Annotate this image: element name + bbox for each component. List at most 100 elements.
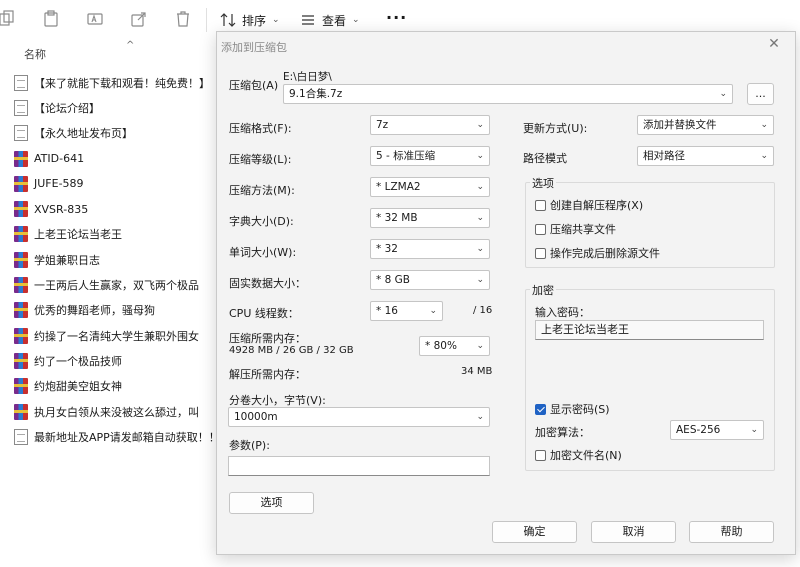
- file-row[interactable]: 约炮甜美空姐女神: [0, 374, 216, 399]
- file-name: 约炮甜美空姐女神: [34, 380, 122, 394]
- cancel-button[interactable]: 取消: [591, 521, 676, 543]
- archive-file-icon: [14, 277, 28, 294]
- method-select[interactable]: * LZMA2 ⌄: [370, 177, 490, 197]
- chevron-down-icon: ⌄: [272, 15, 280, 25]
- file-row[interactable]: XVSR-835: [0, 196, 216, 221]
- chevron-down-icon: ⌄: [476, 412, 484, 422]
- close-icon[interactable]: ✕: [766, 36, 782, 52]
- sort-button[interactable]: 排序 ⌄: [220, 10, 280, 30]
- file-row[interactable]: 最新地址及APP请发邮箱自动获取！！: [0, 424, 216, 449]
- column-name-header[interactable]: 名称: [24, 46, 46, 62]
- password-input[interactable]: 上老王论坛当老王: [535, 320, 764, 340]
- more-options-button[interactable]: ···: [386, 8, 407, 27]
- text-file-icon: [14, 99, 28, 116]
- rename-icon[interactable]: [86, 10, 104, 28]
- delete-after-label: 操作完成后删除源文件: [550, 247, 660, 260]
- archive-file-icon: [14, 175, 28, 192]
- view-icon: [302, 15, 314, 25]
- file-row[interactable]: 一王两后人生赢家，双飞两个极品: [0, 272, 216, 297]
- archive-file-icon: [14, 302, 28, 319]
- chevron-down-icon: ⌄: [476, 120, 484, 130]
- file-row[interactable]: 约了一个极品技师: [0, 348, 216, 373]
- file-row[interactable]: 【论坛介绍】: [0, 95, 216, 120]
- encrypt-names-checkbox[interactable]: 加密文件名(N): [535, 447, 622, 463]
- file-row[interactable]: 【来了就能下载和观看！纯免费！】: [0, 70, 216, 95]
- share-icon[interactable]: [130, 10, 148, 28]
- update-mode-select[interactable]: 添加并替换文件 ⌄: [637, 115, 774, 135]
- checkbox-box: [535, 449, 546, 461]
- create-sfx-checkbox[interactable]: 创建自解压程序(X): [535, 197, 643, 213]
- update-mode-label: 更新方式(U):: [523, 122, 588, 135]
- archive-file-icon: [14, 403, 28, 420]
- file-name: 【论坛介绍】: [34, 101, 100, 115]
- split-volume-combobox[interactable]: 10000m ⌄: [228, 407, 490, 427]
- file-name: 【来了就能下载和观看！纯免费！】: [34, 76, 210, 90]
- checkbox-box: [535, 223, 546, 235]
- file-name: 约操了一名清纯大学生兼职外围女: [34, 329, 199, 343]
- file-name: 一王两后人生赢家，双飞两个极品: [34, 279, 199, 293]
- view-label: 查看: [322, 13, 347, 28]
- decompress-memory-value: 34 MB: [461, 366, 493, 377]
- chevron-down-icon: ⌄: [476, 213, 484, 223]
- delete-icon[interactable]: [174, 10, 192, 28]
- method-value: * LZMA2: [376, 181, 421, 193]
- path-mode-value: 相对路径: [643, 150, 685, 162]
- method-label: 压缩方法(M):: [229, 184, 295, 197]
- toolbar-divider: [206, 8, 207, 32]
- file-row[interactable]: 优秀的舞蹈老师，骚母狗: [0, 298, 216, 323]
- help-button[interactable]: 帮助: [689, 521, 774, 543]
- dictionary-value: * 32 MB: [376, 212, 418, 224]
- encryption-method-select[interactable]: AES-256 ⌄: [670, 420, 764, 440]
- sort-icon: [220, 13, 236, 27]
- level-value: 5 - 标准压缩: [376, 150, 436, 162]
- browse-button[interactable]: ...: [747, 83, 774, 105]
- show-password-label: 显示密码(S): [550, 403, 610, 416]
- file-row[interactable]: 上老王论坛当老王: [0, 222, 216, 247]
- chevron-down-icon: ⌄: [476, 151, 484, 161]
- file-row[interactable]: 学姐兼职日志: [0, 247, 216, 272]
- delete-after-checkbox[interactable]: 操作完成后删除源文件: [535, 245, 660, 261]
- file-name: ATID-641: [34, 152, 85, 166]
- format-select[interactable]: 7z ⌄: [370, 115, 490, 135]
- file-name: 执月女白领从来没被这么舔过，叫: [34, 405, 199, 419]
- file-row[interactable]: ATID-641: [0, 146, 216, 171]
- archive-name-combobox[interactable]: 9.1合集.7z ⌄: [283, 84, 733, 104]
- view-button[interactable]: 查看 ⌄: [300, 10, 360, 30]
- file-row[interactable]: 【永久地址发布页】: [0, 121, 216, 146]
- parameters-input[interactable]: [228, 456, 490, 476]
- path-mode-label: 路径模式: [523, 152, 567, 165]
- sort-ascending-icon: ^: [126, 40, 135, 51]
- archive-file-icon: [14, 201, 28, 218]
- chevron-down-icon: ⌄: [760, 151, 768, 161]
- memory-usage-select[interactable]: * 80% ⌄: [419, 336, 490, 356]
- file-row[interactable]: 执月女白领从来没被这么舔过，叫: [0, 399, 216, 424]
- archive-name-value: 9.1合集.7z: [289, 88, 343, 100]
- ok-button[interactable]: 确定: [492, 521, 577, 543]
- level-label: 压缩等级(L):: [229, 153, 292, 166]
- solid-block-select[interactable]: * 8 GB ⌄: [370, 270, 490, 290]
- file-row[interactable]: 约操了一名清纯大学生兼职外围女: [0, 323, 216, 348]
- archive-file-icon: [14, 327, 28, 344]
- level-select[interactable]: 5 - 标准压缩 ⌄: [370, 146, 490, 166]
- copy-icon[interactable]: [0, 10, 16, 28]
- file-name: 优秀的舞蹈老师，骚母狗: [34, 304, 155, 318]
- compress-shared-label: 压缩共享文件: [550, 223, 616, 236]
- paste-icon[interactable]: [42, 10, 60, 28]
- path-mode-select[interactable]: 相对路径 ⌄: [637, 146, 774, 166]
- file-name: 上老王论坛当老王: [34, 228, 122, 242]
- chevron-down-icon: ⌄: [750, 425, 758, 435]
- compress-shared-checkbox[interactable]: 压缩共享文件: [535, 221, 616, 237]
- archive-file-icon: [14, 150, 28, 167]
- solid-block-label: 固实数据大小：: [229, 277, 306, 290]
- column-header: 名称 ^: [0, 40, 216, 64]
- show-password-checkbox[interactable]: 显示密码(S): [535, 401, 610, 417]
- encrypt-names-label: 加密文件名(N): [550, 449, 622, 462]
- text-file-icon: [14, 125, 28, 142]
- word-size-select[interactable]: * 32 ⌄: [370, 239, 490, 259]
- options-button[interactable]: 选项: [229, 492, 314, 514]
- chevron-down-icon: ⌄: [719, 89, 727, 99]
- file-row[interactable]: JUFE-589: [0, 171, 216, 196]
- word-size-label: 单词大小(W):: [229, 246, 297, 259]
- cpu-threads-select[interactable]: * 16 ⌄: [370, 301, 443, 321]
- dictionary-select[interactable]: * 32 MB ⌄: [370, 208, 490, 228]
